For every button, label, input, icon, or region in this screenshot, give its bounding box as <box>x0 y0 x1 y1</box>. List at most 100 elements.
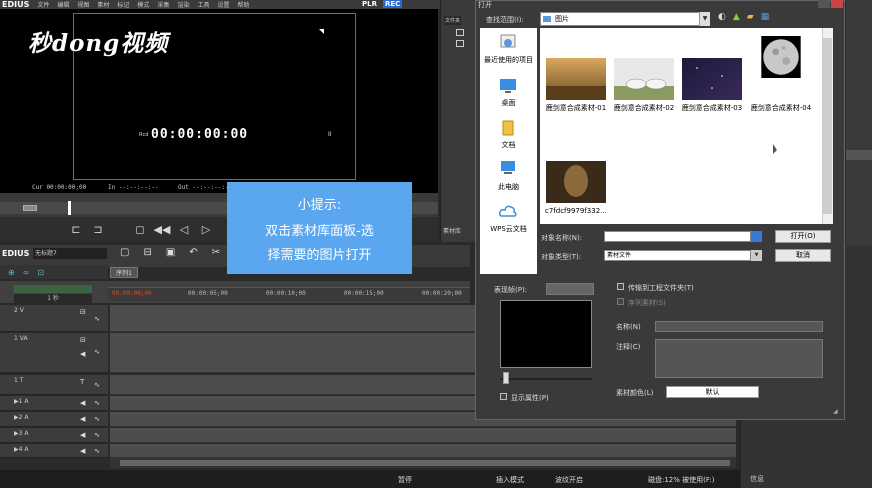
plr-mode-button[interactable]: PLR <box>362 0 377 8</box>
file-name[interactable]: 鹿剑意合成素材-03 <box>676 104 748 113</box>
this-pc-icon[interactable] <box>498 160 518 176</box>
folder-icon[interactable] <box>456 40 464 47</box>
menu-render[interactable]: 渲染 <box>177 0 189 9</box>
playhead-handle[interactable] <box>68 201 71 215</box>
chevron-down-icon[interactable] <box>751 231 762 242</box>
mix-icon[interactable]: ∿ <box>94 315 100 323</box>
audio-toggle-icon[interactable]: ◀ <box>80 350 85 358</box>
timescale-selector[interactable]: 1 秒 <box>14 294 92 303</box>
link-icon[interactable]: ∞ <box>23 268 30 277</box>
look-in-select[interactable]: 图片 <box>540 12 710 26</box>
view-menu-icon[interactable]: ▦ <box>761 12 770 22</box>
clip-color-button[interactable]: 默认 <box>666 386 759 398</box>
open-project-icon[interactable]: ⊟ <box>143 247 151 258</box>
filetype-select[interactable]: 素材文件 <box>604 250 751 261</box>
menu-capture[interactable]: 采集 <box>157 0 169 9</box>
chevron-down-icon[interactable]: ▼ <box>699 12 710 26</box>
file-name[interactable]: 鹿剑意合成素材-02 <box>608 104 680 113</box>
cut-icon[interactable]: ✂ <box>212 247 220 258</box>
track-lane-4a[interactable] <box>110 444 736 458</box>
sync-lock-icon[interactable]: ⊕ <box>8 268 15 277</box>
track-header-3a[interactable]: ▶3 A ◀ ∿ <box>0 428 108 443</box>
file-thumbnail[interactable] <box>546 58 606 100</box>
file-name[interactable]: 鹿剑意合成素材-01 <box>540 104 612 113</box>
folder-tab[interactable]: 文件夹 <box>444 16 462 25</box>
chevron-down-icon[interactable]: ▼ <box>751 250 762 261</box>
set-out-icon[interactable]: ⊐ <box>87 223 109 236</box>
place-desktop[interactable]: 桌面 <box>480 98 537 108</box>
video-toggle-icon[interactable]: ⊟ <box>80 308 86 316</box>
preview-frame-field[interactable] <box>546 283 594 295</box>
menu-edit[interactable]: 编辑 <box>57 0 69 9</box>
track-header-2a[interactable]: ▶2 A ◀ ∿ <box>0 412 108 427</box>
group-icon[interactable]: ⊡ <box>37 268 44 277</box>
track-header-4a[interactable]: ▶4 A ◀ ∿ <box>0 444 108 458</box>
step-back-icon[interactable]: ◁ <box>173 223 195 236</box>
file-thumbnail[interactable] <box>546 161 606 203</box>
resize-grip-icon[interactable]: ◢ <box>833 408 838 415</box>
audio-toggle-icon[interactable]: ◀ <box>80 399 85 407</box>
file-thumbnail[interactable] <box>614 58 674 100</box>
track-lane-3a[interactable] <box>110 428 736 443</box>
documents-icon[interactable] <box>498 120 518 136</box>
menu-marker[interactable]: 标记 <box>117 0 129 9</box>
close-button[interactable] <box>831 0 843 8</box>
preview-slider-knob[interactable] <box>503 372 509 384</box>
info-tab[interactable]: 信息 <box>750 474 764 484</box>
undo-icon[interactable]: ↶ <box>189 247 197 258</box>
note-field[interactable] <box>655 339 823 378</box>
mix-icon[interactable]: ∿ <box>94 431 100 439</box>
rewind-icon[interactable]: ◀◀ <box>151 223 173 236</box>
timeline-scroll-thumb[interactable] <box>120 460 730 466</box>
recent-items-icon[interactable] <box>498 34 518 50</box>
menu-tools[interactable]: 工具 <box>197 0 209 9</box>
mix-icon[interactable]: ∿ <box>94 381 100 389</box>
name-field[interactable] <box>655 321 823 332</box>
file-list-scroll-thumb[interactable] <box>823 38 832 214</box>
track-header-1a[interactable]: ▶1 A ◀ ∿ <box>0 396 108 411</box>
right-panel-scroll-thumb[interactable] <box>846 150 872 160</box>
file-name[interactable]: c7fdcf9979f332... <box>540 207 612 216</box>
video-toggle-icon[interactable]: ⊟ <box>80 336 86 344</box>
scrub-knob[interactable] <box>23 205 37 211</box>
back-icon[interactable]: ◐ <box>718 12 726 22</box>
desktop-icon[interactable] <box>498 78 518 94</box>
preview-slider[interactable] <box>500 378 592 380</box>
audio-toggle-icon[interactable]: ◀ <box>80 447 85 455</box>
track-header-1t[interactable]: 1 T T ∿ <box>0 375 108 395</box>
open-button[interactable]: 打开(O) <box>775 230 831 243</box>
track-header-2v[interactable]: 2 V ⊟ ∿ <box>0 305 108 332</box>
mix-icon[interactable]: ∿ <box>94 399 100 407</box>
file-thumbnail[interactable] <box>751 36 811 78</box>
folder-icon[interactable] <box>456 29 464 36</box>
title-icon[interactable]: T <box>80 378 84 386</box>
menu-file[interactable]: 文件 <box>37 0 49 9</box>
set-in-icon[interactable]: ⊏ <box>65 223 87 236</box>
new-sequence-icon[interactable]: ▢ <box>120 247 129 258</box>
stop-icon[interactable]: ◻ <box>129 223 151 236</box>
sequence-tab[interactable]: 序列1 <box>110 267 138 278</box>
menu-view[interactable]: 视图 <box>77 0 89 9</box>
place-documents[interactable]: 文档 <box>480 140 537 150</box>
save-project-icon[interactable]: ▣ <box>166 247 175 258</box>
track-header-1va[interactable]: 1 VA ⊟ ◀ ∿ <box>0 333 108 373</box>
filename-input[interactable] <box>604 231 751 242</box>
show-props-checkbox[interactable] <box>500 393 507 400</box>
help-button[interactable] <box>818 0 830 8</box>
mix-icon[interactable]: ∿ <box>94 415 100 423</box>
audio-toggle-icon[interactable]: ◀ <box>80 431 85 439</box>
play-icon[interactable]: ▷ <box>195 223 217 236</box>
mix-icon[interactable]: ∿ <box>94 447 100 455</box>
file-thumbnail[interactable] <box>682 58 742 100</box>
audio-toggle-icon[interactable]: ◀ <box>80 415 85 423</box>
rec-mode-button[interactable]: REC <box>383 0 403 8</box>
menu-help[interactable]: 帮助 <box>238 0 250 9</box>
menu-settings[interactable]: 设置 <box>217 0 229 9</box>
place-this-pc[interactable]: 此电脑 <box>480 182 537 192</box>
cloud-icon[interactable] <box>498 203 518 219</box>
sequence-checkbox[interactable] <box>617 298 624 305</box>
file-name[interactable]: 鹿剑意合成素材-04 <box>745 104 817 113</box>
new-folder-icon[interactable]: ▰ <box>747 12 754 22</box>
mix-icon[interactable]: ∿ <box>94 348 100 356</box>
menu-clip[interactable]: 素材 <box>97 0 109 9</box>
